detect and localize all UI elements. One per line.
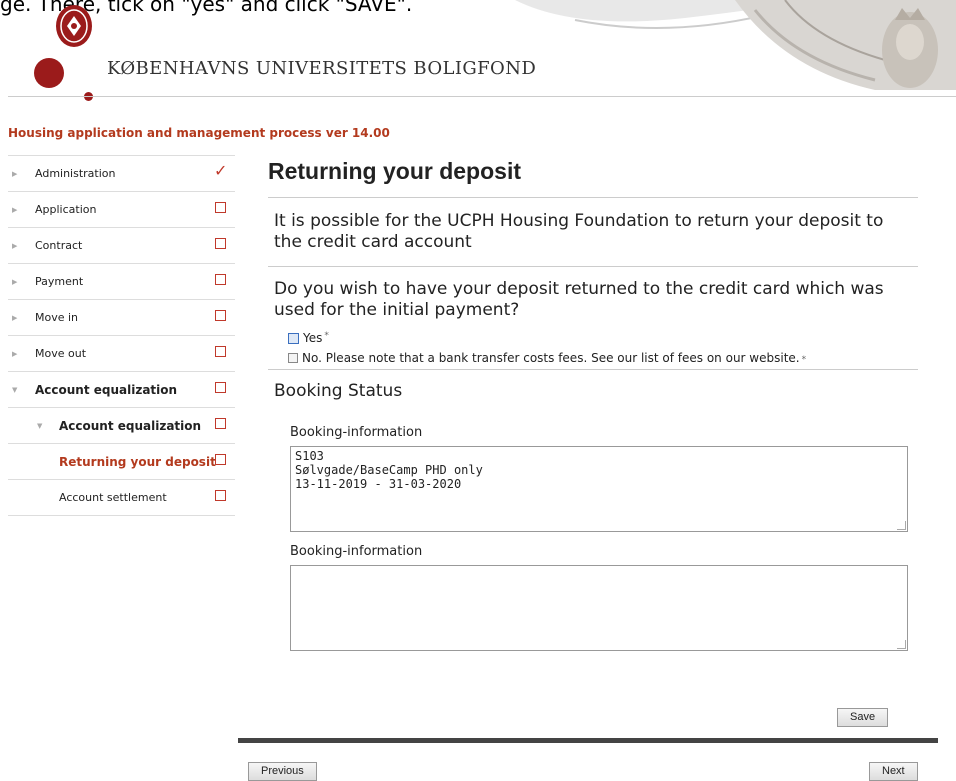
incomplete-status-icon: [215, 346, 226, 357]
incomplete-status-icon: [215, 310, 226, 321]
incomplete-status-icon: [215, 418, 226, 429]
collapsed-arrow-icon: ▶: [12, 313, 18, 322]
university-seal-logo: [56, 5, 92, 47]
process-title: Housing application and management proce…: [8, 126, 390, 140]
booking-info-textarea-2[interactable]: [290, 565, 908, 651]
incomplete-status-icon: [215, 238, 226, 249]
sidebar-item-move-in[interactable]: ▶ Move in: [8, 300, 235, 336]
yes-checkbox[interactable]: [288, 333, 299, 344]
intro-text: It is possible for the UCPH Housing Foun…: [274, 211, 884, 252]
option-yes[interactable]: Yes *: [268, 331, 918, 345]
previous-button[interactable]: Previous: [248, 762, 317, 781]
sidebar-item-application[interactable]: ▶ Application: [8, 192, 235, 228]
incomplete-status-icon: [215, 382, 226, 393]
header-divider: [8, 96, 956, 97]
collapsed-arrow-icon: ▶: [12, 241, 18, 250]
page-title: Returning your deposit: [268, 158, 521, 184]
deposit-question: Do you wish to have your deposit returne…: [274, 279, 884, 320]
sidebar-item-contract[interactable]: ▶ Contract: [8, 228, 235, 264]
expanded-arrow-icon: ▼: [37, 421, 43, 430]
collapsed-arrow-icon: ▶: [12, 169, 18, 178]
collapsed-arrow-icon: ▶: [12, 349, 18, 358]
booking-status-title: Booking Status: [274, 381, 403, 401]
sidebar-item-label: Account equalization: [35, 382, 178, 397]
sidebar-item-label: Application: [35, 203, 97, 216]
sidebar-item-label: Move out: [35, 347, 87, 360]
checkmark-icon: ✓: [214, 161, 228, 180]
sidebar-item-administration[interactable]: ▶ Administration ✓: [8, 155, 235, 192]
sidebar-nav: ▶ Administration ✓ ▶ Application ▶ Contr…: [8, 155, 235, 516]
resize-handle-icon[interactable]: [897, 640, 906, 649]
booking-info-label-2: Booking-information: [290, 544, 423, 559]
sidebar-item-label: Account settlement: [59, 491, 167, 504]
header-ornament-image: [515, 0, 956, 90]
main-content: Returning your deposit It is possible fo…: [268, 155, 918, 651]
booking-info-textarea[interactable]: S103 Sølvgade/BaseCamp PHD only 13-11-20…: [290, 446, 908, 532]
option-label: No. Please note that a bank transfer cos…: [302, 351, 807, 365]
sidebar-subitem-account-equalization[interactable]: ▼ Account equalization: [8, 408, 235, 444]
option-label: Yes: [303, 331, 323, 345]
next-button[interactable]: Next: [869, 762, 918, 781]
collapsed-arrow-icon: ▶: [12, 205, 18, 214]
site-header: KØBENHAVNS UNIVERSITETS BOLIGFOND: [0, 0, 956, 101]
footer-bar: [238, 738, 938, 743]
incomplete-status-icon: [215, 202, 226, 213]
save-button[interactable]: Save: [837, 708, 889, 727]
sidebar-item-payment[interactable]: ▶ Payment: [8, 264, 235, 300]
sidebar-subitem-returning-deposit[interactable]: Returning your deposit: [8, 444, 235, 480]
booking-info-label: Booking-information: [290, 425, 423, 440]
required-marker: *: [801, 355, 807, 365]
sidebar-item-label: Payment: [35, 275, 84, 288]
sidebar-item-account-equalization[interactable]: ▼ Account equalization: [8, 372, 235, 408]
sidebar-item-label: Account equalization: [59, 418, 202, 433]
sidebar-item-move-out[interactable]: ▶ Move out: [8, 336, 235, 372]
brand-dot-large: [34, 58, 64, 88]
organization-name: KØBENHAVNS UNIVERSITETS BOLIGFOND: [107, 58, 537, 79]
no-checkbox[interactable]: [288, 353, 298, 363]
option-no[interactable]: No. Please note that a bank transfer cos…: [268, 351, 858, 365]
incomplete-status-icon: [215, 490, 226, 501]
incomplete-status-icon: [215, 454, 226, 465]
sidebar-subitem-account-settlement[interactable]: Account settlement: [8, 480, 235, 516]
incomplete-status-icon: [215, 274, 226, 285]
sidebar-item-label: Administration: [35, 167, 116, 180]
expanded-arrow-icon: ▼: [12, 385, 18, 394]
collapsed-arrow-icon: ▶: [12, 277, 18, 286]
sidebar-item-label: Move in: [35, 311, 79, 324]
sidebar-item-label: Returning your deposit: [59, 454, 216, 469]
sidebar-item-label: Contract: [35, 239, 83, 252]
resize-handle-icon[interactable]: [897, 521, 906, 530]
required-marker: *: [324, 331, 329, 341]
